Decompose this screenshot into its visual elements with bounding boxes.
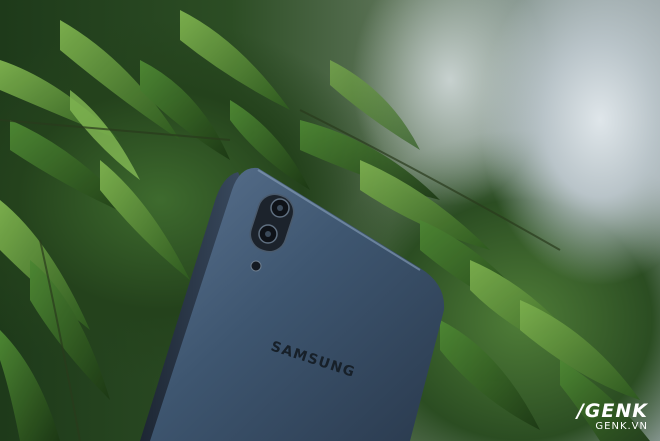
watermark-domain: GENK.VN — [595, 421, 648, 432]
phone-logo: SAMSUNG — [269, 339, 358, 381]
photo-scene: SAMSUNG /GENK GENK.VN — [0, 0, 660, 441]
watermark-brand: /GENK — [576, 400, 648, 422]
genk-watermark: /GENK GENK.VN — [577, 401, 648, 433]
svg-text:SAMSUNG: SAMSUNG — [269, 339, 358, 381]
